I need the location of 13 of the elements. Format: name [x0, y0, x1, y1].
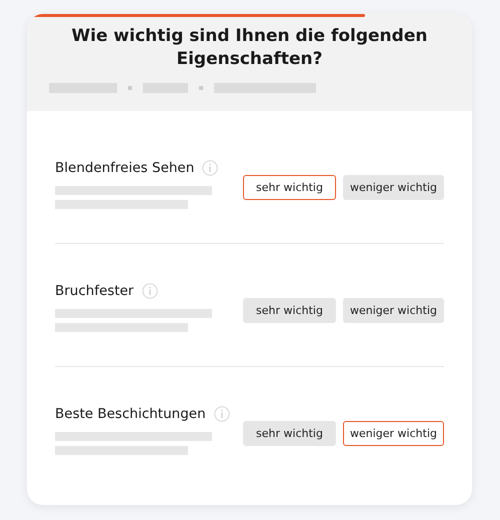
- info-icon[interactable]: [142, 283, 158, 299]
- feature-label: Blendenfreies Sehen: [55, 160, 194, 176]
- info-icon[interactable]: [202, 160, 218, 176]
- option-button[interactable]: weniger wichtig: [343, 174, 444, 200]
- option-button[interactable]: weniger wichtig: [343, 298, 444, 322]
- option-button[interactable]: sehr wichtig: [243, 420, 336, 446]
- question-title: Wie wichtig sind Ihnen die folgenden Eigenschaften?: [70, 25, 428, 71]
- feature-label: Beste Beschichtungen: [55, 406, 206, 422]
- option-button[interactable]: sehr wichtig: [243, 298, 336, 322]
- feature-label: Bruchfester: [55, 283, 134, 299]
- option-button[interactable]: sehr wichtig: [243, 174, 336, 200]
- option-button[interactable]: weniger wichtig: [343, 420, 444, 446]
- info-icon[interactable]: [214, 406, 230, 422]
